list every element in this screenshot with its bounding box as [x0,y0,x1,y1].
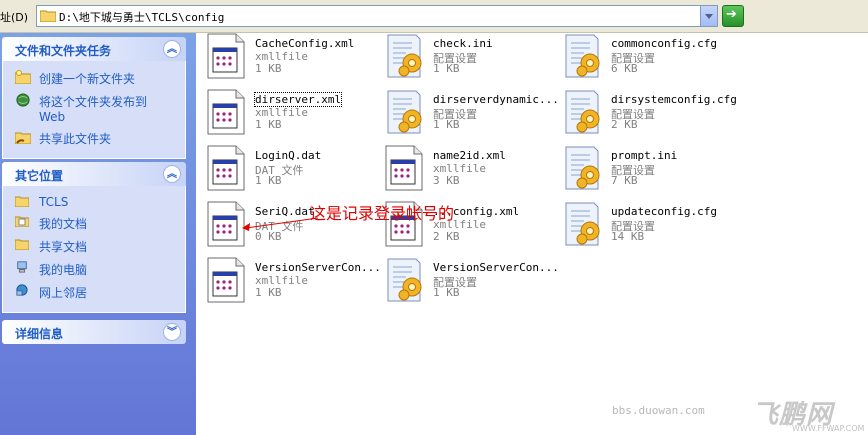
my-documents-icon [15,216,29,227]
file-size: 14 KB [611,230,645,243]
settings-file-icon [387,34,422,78]
place-label: 我的电脑 [39,263,88,277]
settings-file-icon [565,146,600,190]
address-label: 址(D) [0,11,29,24]
shared-documents-icon [15,239,29,250]
document-file-icon [207,145,245,191]
place-network[interactable]: 网上邻居 [3,281,185,304]
task-label: 创建一个新文件夹 [39,72,136,86]
file-size: 7 KB [611,174,638,187]
folder-icon [15,196,29,207]
details-panel: 详细信息 ︾ [2,320,186,344]
file-item[interactable]: VersionServerCon... 配置设置 1 KB [376,257,559,309]
file-name: check.ini [433,37,493,50]
file-tasks-panel: 文件和文件夹任务 ︽ 创建一个新文件夹 将这个文件夹发布到 Web 共享此文件夹 [2,37,186,159]
task-label-line2: Web [39,110,66,124]
share-folder-icon [15,132,31,144]
file-item[interactable]: dirsystemconfig.cfg 配置设置 2 KB [554,89,737,141]
place-label: 我的文档 [39,217,88,231]
place-my-computer[interactable]: 我的电脑 [3,258,185,281]
file-tasks-title: 文件和文件夹任务 [15,44,112,58]
file-name: prompt.ini [611,149,678,162]
file-item[interactable]: VersionServerCon... xmllfile 1 KB [198,257,381,309]
publish-web-icon [16,93,30,107]
file-size: 1 KB [433,286,460,299]
document-file-icon [207,89,245,135]
address-input[interactable]: D:\地下城与勇士\TCLS\config [36,5,718,27]
settings-file-icon [387,258,422,302]
file-name: name2id.xml [433,149,506,162]
place-shared-documents[interactable]: 共享文档 [3,235,185,258]
settings-file-icon [387,90,422,134]
watermark-url: WWW.FFWAP.COM [792,424,865,433]
other-places-panel: 其它位置 ︽ TCLS 我的文档 共享文档 我的电脑 网上邻居 [2,162,186,313]
file-name: dirserver.xml [253,92,343,107]
place-label: 网上邻居 [39,286,88,300]
file-list: CacheConfig.xml xmllfile 1 KB check.ini 配置设置… [196,33,868,435]
file-item[interactable]: LoginQ.dat DAT 文件 1 KB [198,145,376,197]
file-name: VersionServerCon... [433,261,559,274]
file-name: updateconfig.cfg [611,205,717,218]
file-item[interactable]: CacheConfig.xml xmllfile 1 KB [198,33,376,85]
file-size: 1 KB [255,118,282,131]
file-size: 3 KB [433,174,460,187]
collapse-icon[interactable]: ︽ [163,40,181,58]
file-size: 1 KB [255,286,282,299]
place-label: 共享文档 [39,240,88,254]
annotation-text: 这是记录登录帐号的 [310,204,455,223]
file-item[interactable]: name2id.xml xmllfile 3 KB [376,145,554,197]
task-share-folder[interactable]: 共享此文件夹 [3,127,185,150]
file-size: 1 KB [433,118,460,131]
folder-icon [40,10,56,22]
address-path: D:\地下城与勇士\TCLS\config [59,11,225,24]
document-file-icon [207,257,245,303]
my-computer-icon [17,261,27,273]
task-new-folder[interactable]: 创建一个新文件夹 [3,67,185,90]
file-size: 1 KB [255,174,282,187]
file-name: dirsystemconfig.cfg [611,93,737,106]
document-file-icon [207,33,245,79]
annotation-arrow [242,217,319,231]
task-label: 共享此文件夹 [39,132,112,146]
go-button[interactable] [722,5,744,27]
settings-file-icon [565,90,600,134]
file-size: 6 KB [611,62,638,75]
file-size: 1 KB [433,62,460,75]
file-item[interactable]: dirserverdynamic... 配置设置 1 KB [376,89,559,141]
network-places-icon [16,284,28,296]
place-tcls[interactable]: TCLS [3,192,185,212]
file-item[interactable]: prompt.ini 配置设置 7 KB [554,145,732,197]
file-name: CacheConfig.xml [255,37,355,50]
file-size: 2 KB [433,230,460,243]
document-file-icon [385,145,423,191]
file-name: commonconfig.cfg [611,37,717,50]
task-pane: 文件和文件夹任务 ︽ 创建一个新文件夹 将这个文件夹发布到 Web 共享此文件夹… [0,33,196,435]
file-name: dirserverdynamic... [433,93,559,106]
file-size: 1 KB [255,62,282,75]
file-item[interactable]: updateconfig.cfg 配置设置 14 KB [554,201,732,253]
details-header[interactable]: 详细信息 ︾ [2,320,186,344]
other-places-title: 其它位置 [15,169,64,183]
file-size: 2 KB [611,118,638,131]
details-title: 详细信息 [15,327,64,341]
place-label: TCLS [39,195,69,209]
address-dropdown-button[interactable] [700,6,717,26]
file-name: VersionServerCon... [255,261,381,274]
task-label: 将这个文件夹发布到 [39,95,148,109]
file-tasks-header[interactable]: 文件和文件夹任务 ︽ [2,37,186,61]
file-item[interactable]: check.ini 配置设置 1 KB [376,33,554,85]
expand-icon[interactable]: ︾ [163,323,181,341]
settings-file-icon [565,34,600,78]
settings-file-icon [565,202,600,246]
file-item[interactable]: commonconfig.cfg 配置设置 6 KB [554,33,732,85]
watermark-site: bbs.duowan.com [612,404,705,417]
file-item[interactable]: dirserver.xml xmllfile 1 KB [198,89,376,141]
other-places-header[interactable]: 其它位置 ︽ [2,162,186,186]
collapse-icon[interactable]: ︽ [163,165,181,183]
place-my-documents[interactable]: 我的文档 [3,212,185,235]
file-name: LoginQ.dat [255,149,322,162]
address-bar: 址(D) D:\地下城与勇士\TCLS\config [0,0,868,33]
new-folder-icon [15,70,31,84]
task-publish-web[interactable]: 将这个文件夹发布到 Web [3,90,185,127]
